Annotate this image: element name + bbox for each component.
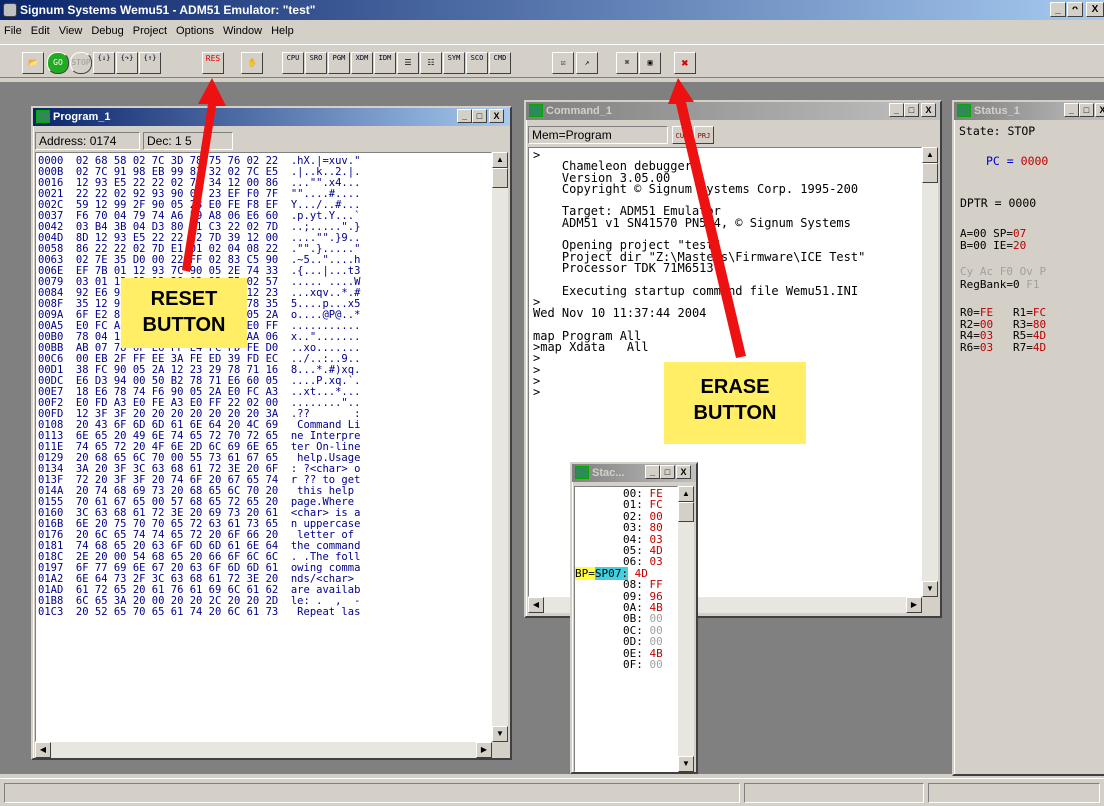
erase-arrow bbox=[668, 78, 746, 358]
erase-button-callout: ERASE BUTTON bbox=[664, 362, 806, 444]
annotation-arrows bbox=[182, 78, 746, 358]
reset-arrow bbox=[182, 78, 226, 272]
reset-button-callout: RESET BUTTON bbox=[121, 278, 247, 348]
